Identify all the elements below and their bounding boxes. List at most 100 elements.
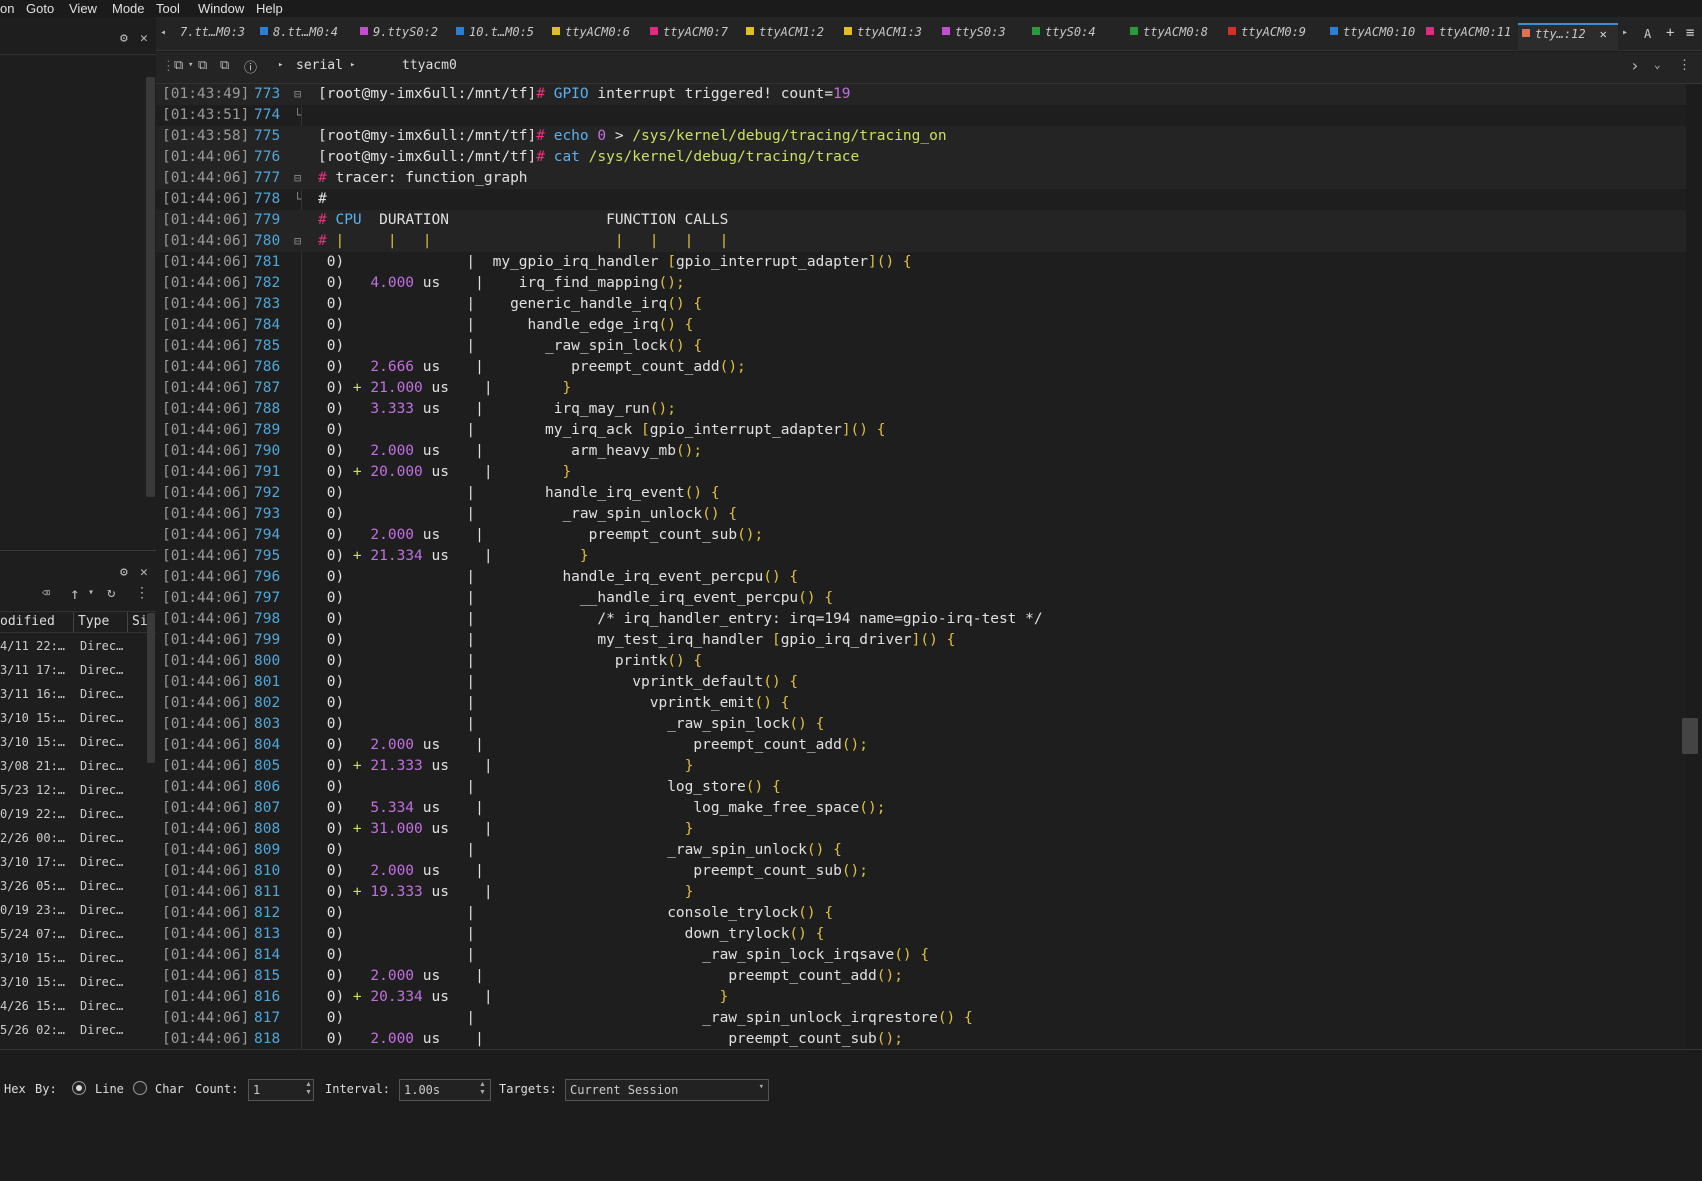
session-tab[interactable]: ttyACM1:3 <box>840 25 934 51</box>
session-tab[interactable]: ttyACM1:2 <box>742 25 836 51</box>
count-label: Count: <box>195 1082 239 1096</box>
text-segment: CPU <box>335 212 380 228</box>
session-tab[interactable]: 9.ttyS0:2 <box>356 25 450 51</box>
chevron-down-icon[interactable]: ▾ <box>188 60 193 70</box>
column-type[interactable]: Type <box>78 614 109 629</box>
text-segment: # <box>536 128 554 144</box>
column-modified[interactable]: odified <box>0 614 55 629</box>
text-segment: 0 <box>597 128 607 144</box>
file-list-row[interactable]: 4/11 22:… Direc… <box>0 639 150 659</box>
file-list-row[interactable]: 4/26 15:… Direc… <box>0 999 150 1019</box>
menu-item-mode[interactable]: Mode <box>112 1 145 16</box>
fold-toggle-icon[interactable]: ⊟ <box>294 168 301 189</box>
session-tab[interactable]: ttyS0:4 <box>1028 25 1122 51</box>
char-radio[interactable] <box>133 1081 147 1095</box>
fold-toggle-icon[interactable]: ⊟ <box>294 84 301 105</box>
info-icon[interactable]: ⓘ <box>244 57 257 76</box>
more-icon[interactable]: ⋮ <box>1678 58 1691 73</box>
file-list-row[interactable]: 3/10 15:… Direc… <box>0 951 150 971</box>
file-list-row[interactable]: 3/10 15:… Direc… <box>0 711 150 731</box>
tab-scroll-left-icon[interactable]: ◂ <box>160 27 166 38</box>
menu-item-on[interactable]: on <box>0 1 14 16</box>
add-tab-icon[interactable]: + <box>1666 25 1674 41</box>
text-segment: /sys/kernel/debug/tracing/tracing_on <box>632 128 947 144</box>
terminal-line: [01:44:06] 795 0) + 21.334 us | } <box>156 546 1686 567</box>
file-list-row[interactable]: 5/23 12:… Direc… <box>0 783 150 803</box>
duplicate-icon[interactable]: ⧉ <box>220 58 229 73</box>
session-tab[interactable]: ttyACM0:10 <box>1326 25 1420 51</box>
file-list-row[interactable]: 0/19 23:… Direc… <box>0 903 150 923</box>
fold-toggle-icon[interactable]: └ <box>294 189 301 210</box>
close-tab-icon[interactable]: ✕ <box>1600 27 1607 41</box>
open-session-icon[interactable]: ⧉ <box>198 58 207 73</box>
chevron-down-icon[interactable]: ⌄ <box>1654 58 1661 71</box>
file-list-row[interactable]: 3/10 15:… Direc… <box>0 975 150 995</box>
fold-toggle-icon[interactable]: └ <box>294 105 301 126</box>
session-tab[interactable]: ttyACM0:9 <box>1224 25 1318 51</box>
menu-item-tool[interactable]: Tool <box>156 1 180 16</box>
file-list-row[interactable]: 0/19 22:… Direc… <box>0 807 150 827</box>
file-list-row[interactable]: 3/10 17:… Direc… <box>0 855 150 875</box>
file-list-row[interactable]: 5/26 02:… Direc… <box>0 1023 150 1043</box>
text-segment: us | arm_heavy_mb <box>422 443 676 459</box>
session-tab[interactable]: ttyACM0:11 <box>1422 25 1516 51</box>
session-tab[interactable]: ttyS0:3 <box>938 25 1032 51</box>
session-tab[interactable]: ttyACM0:7 <box>646 25 740 51</box>
terminal-output[interactable]: [01:43:49] 773 ⊟ [root@my-imx6ull:/mnt/tf]#… <box>156 84 1686 1049</box>
text-segment: (); <box>658 275 685 291</box>
close-icon[interactable]: ✕ <box>140 31 148 46</box>
up-arrow-icon[interactable]: ↑ <box>70 584 80 603</box>
menu-item-view[interactable]: View <box>69 1 97 16</box>
menu-item-help[interactable]: Help <box>256 1 283 16</box>
session-tab[interactable]: tty…:12 ✕ <box>1518 23 1618 51</box>
terminal-scrollbar-thumb[interactable] <box>1682 718 1698 754</box>
text-segment: | _raw_spin_unlock_irqrestore <box>344 1010 938 1026</box>
file-list-row[interactable]: 3/11 16:… Direc… <box>0 687 150 707</box>
text-segment: | <box>344 254 493 270</box>
count-stepper-icon[interactable]: ▲ ▼ <box>305 1081 312 1097</box>
terminal-line: [01:44:06] 810 0) 2.000 us | preempt_coun… <box>156 861 1686 882</box>
chevron-down-icon[interactable]: ▾ <box>88 587 94 598</box>
file-list-row[interactable]: 3/10 15:… Direc… <box>0 735 150 755</box>
file-list-row[interactable]: 3/11 17:… Direc… <box>0 663 150 683</box>
text-segment: # <box>318 170 336 186</box>
tab-scroll-right-icon[interactable]: ▸ <box>1622 27 1628 38</box>
session-tab[interactable]: ttyACM0:8 <box>1126 25 1220 51</box>
file-type: Direc… <box>80 639 124 653</box>
breadcrumb-ttyacm0[interactable]: ttyacm0 <box>402 58 457 73</box>
text-segment: 20.000 <box>370 464 432 480</box>
gear-icon[interactable]: ⚙ <box>120 31 128 46</box>
tab-menu-icon[interactable]: ≡ <box>1686 25 1694 41</box>
new-session-icon[interactable]: ⧉ <box>174 58 183 73</box>
text-segment: 0) <box>318 842 345 858</box>
interval-input[interactable]: 1.00s <box>399 1079 491 1101</box>
breadcrumb-serial[interactable]: serial <box>296 58 343 73</box>
clear-icon[interactable]: ⌫ <box>42 586 50 601</box>
menu-item-window[interactable]: Window <box>198 1 244 16</box>
gear-icon[interactable]: ⚙ <box>120 565 128 580</box>
targets-select[interactable]: Current Session ▾ <box>565 1079 769 1101</box>
text-segment: 0) <box>318 1010 345 1026</box>
file-list-row[interactable]: 3/26 05:… Direc… <box>0 879 150 899</box>
session-tab[interactable]: 8.tt…M0:4 <box>256 25 350 51</box>
hex-label[interactable]: Hex <box>4 1082 26 1096</box>
file-list-row[interactable]: 5/24 07:… Direc… <box>0 927 150 947</box>
chevron-right-icon[interactable]: › <box>1630 56 1640 75</box>
menu-item-goto[interactable]: Goto <box>26 1 54 16</box>
more-icon[interactable]: ⋮ <box>135 585 149 601</box>
session-tab[interactable]: ttyACM0:6 <box>548 25 642 51</box>
file-list-row[interactable]: 3/08 21:… Direc… <box>0 759 150 779</box>
close-icon[interactable]: ✕ <box>140 565 148 580</box>
session-tab[interactable]: 10.t…M0:5 <box>452 25 546 51</box>
column-size[interactable]: Si <box>132 614 148 629</box>
line-radio[interactable] <box>72 1081 86 1095</box>
refresh-icon[interactable]: ↻ <box>107 585 115 601</box>
tab-label: ttyACM0:9 <box>1241 25 1307 39</box>
font-icon[interactable]: A <box>1644 27 1651 41</box>
text-segment: () { <box>789 926 825 942</box>
fold-toggle-icon[interactable]: ⊟ <box>294 231 301 252</box>
interval-stepper-icon[interactable]: ▲ ▼ <box>479 1081 486 1097</box>
text-segment: us | irq_find_mapping <box>422 275 659 291</box>
file-list-row[interactable]: 2/26 00:… Direc… <box>0 831 150 851</box>
left-panel-scrollbar[interactable] <box>146 77 155 497</box>
